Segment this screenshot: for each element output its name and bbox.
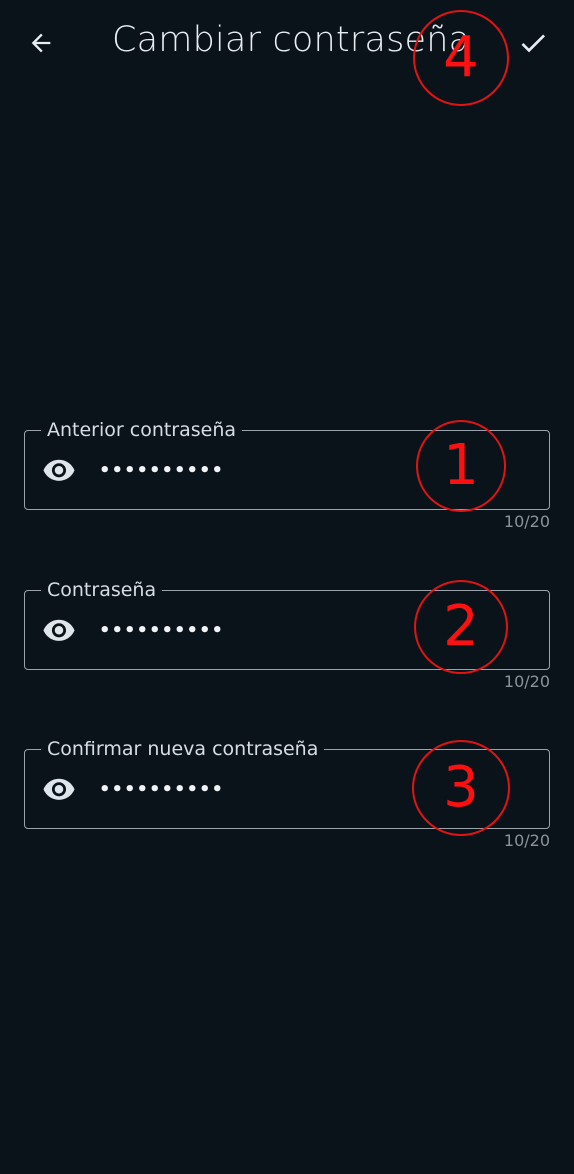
new-password-input[interactable] [99, 615, 399, 645]
eye-icon [43, 778, 75, 800]
new-password-counter: 10/20 [503, 672, 550, 691]
old-password-label: Anterior contraseña [41, 419, 243, 441]
old-password-counter: 10/20 [503, 512, 550, 531]
annotation-marker-3: 3 [412, 740, 510, 836]
confirm-password-input[interactable] [99, 774, 399, 804]
old-password-input[interactable] [99, 455, 399, 485]
back-button[interactable] [22, 24, 60, 62]
confirm-password-counter: 10/20 [503, 831, 550, 850]
toggle-visibility-button[interactable] [41, 777, 77, 803]
eye-icon [43, 619, 75, 641]
check-icon [521, 34, 545, 53]
annotation-marker-2: 2 [414, 580, 508, 674]
new-password-label: Contraseña [41, 579, 163, 601]
annotation-marker-1: 1 [416, 420, 506, 512]
save-button[interactable] [514, 24, 552, 62]
eye-icon [43, 459, 75, 481]
toggle-visibility-button[interactable] [41, 618, 77, 644]
toggle-visibility-button[interactable] [41, 458, 77, 484]
change-password-screen: Cambiar contraseña Anterior contraseña 1… [0, 0, 574, 1174]
annotation-marker-4: 4 [413, 10, 509, 106]
confirm-password-label: Confirmar nueva contraseña [41, 738, 325, 760]
arrow-left-icon [31, 33, 51, 53]
